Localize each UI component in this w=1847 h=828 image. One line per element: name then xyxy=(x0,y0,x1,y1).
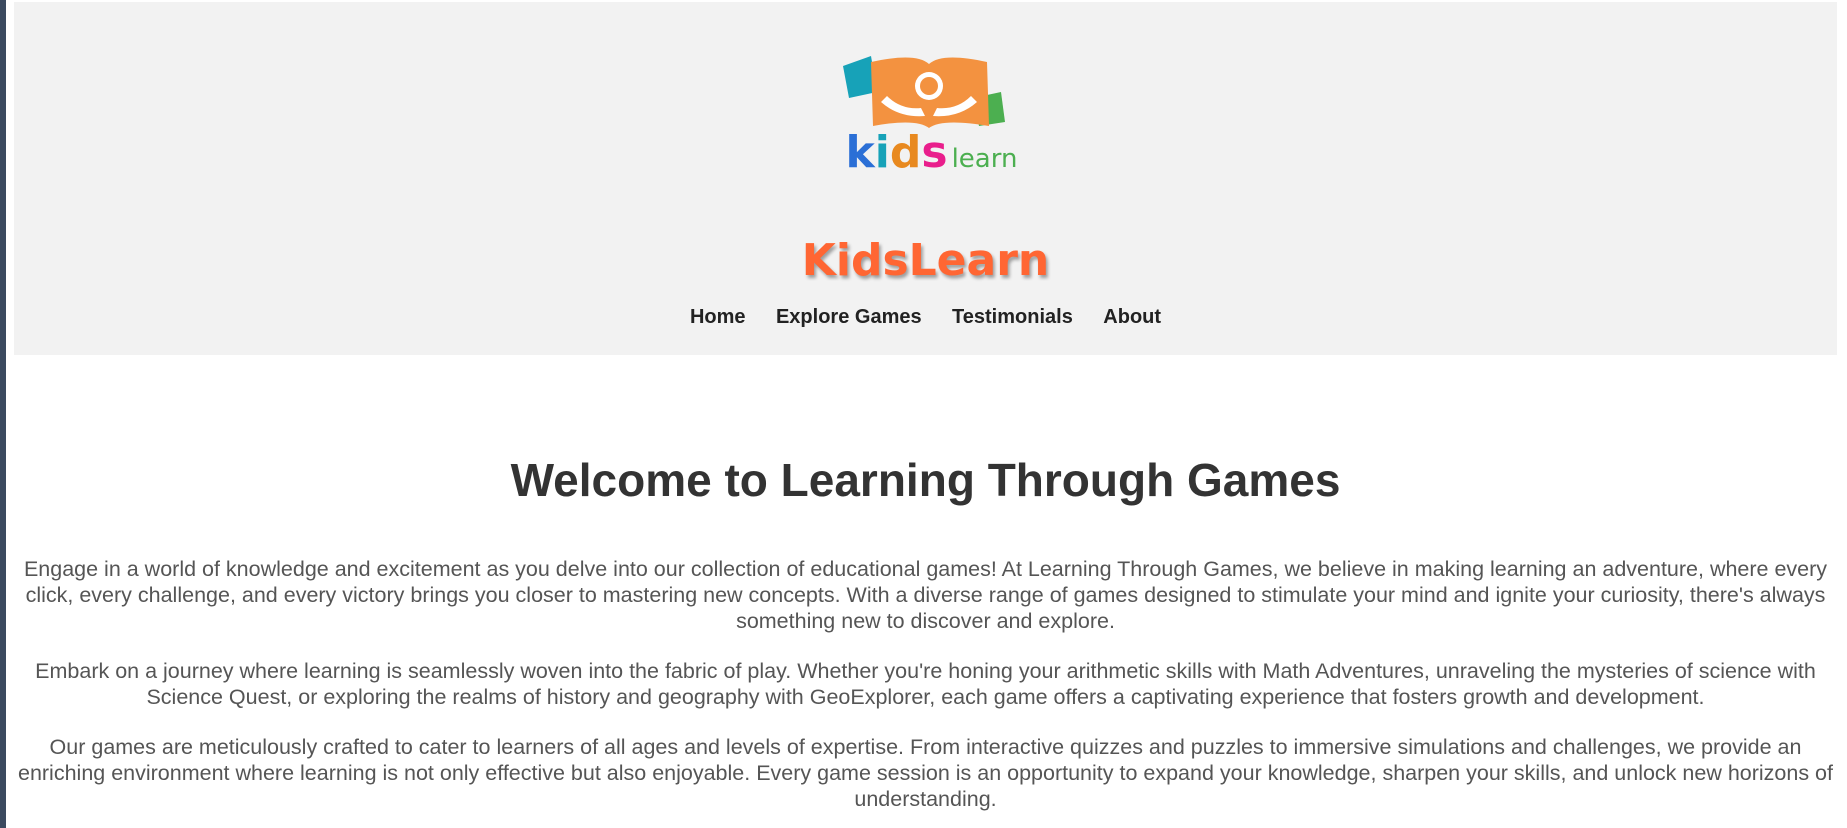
logo-letter-i: i xyxy=(874,127,890,178)
window-left-edge xyxy=(0,0,6,828)
site-header: kids learn KidsLearn Home Explore Games T… xyxy=(14,2,1837,355)
kidslearn-logo[interactable]: kids learn xyxy=(841,52,1017,182)
logo-letter-k: k xyxy=(845,127,875,178)
main-nav: Home Explore Games Testimonials About xyxy=(14,306,1837,329)
intro-paragraph-1: Engage in a world of knowledge and excit… xyxy=(23,557,1828,633)
nav-about-link[interactable]: About xyxy=(1103,306,1161,329)
main-content: Welcome to Learning Through Games Engage… xyxy=(14,453,1837,812)
intro-paragraph-2: Embark on a journey where learning is se… xyxy=(35,659,1816,709)
intro-paragraph-3: Our games are meticulously crafted to ca… xyxy=(17,735,1833,811)
brand-title: KidsLearn xyxy=(801,235,1050,286)
open-book-icon xyxy=(842,56,1005,128)
logo-letter-s: s xyxy=(921,127,948,178)
page: kids learn KidsLearn Home Explore Games T… xyxy=(14,2,1837,828)
logo-letter-d: d xyxy=(889,127,922,178)
nav-testimonials-link[interactable]: Testimonials xyxy=(952,306,1073,329)
logo-wordmark: kids learn xyxy=(846,127,1018,178)
page-heading: Welcome to Learning Through Games xyxy=(510,454,1341,506)
nav-home-link[interactable]: Home xyxy=(690,306,746,329)
logo-learn-text: learn xyxy=(951,144,1018,174)
nav-explore-games-link[interactable]: Explore Games xyxy=(776,306,922,329)
